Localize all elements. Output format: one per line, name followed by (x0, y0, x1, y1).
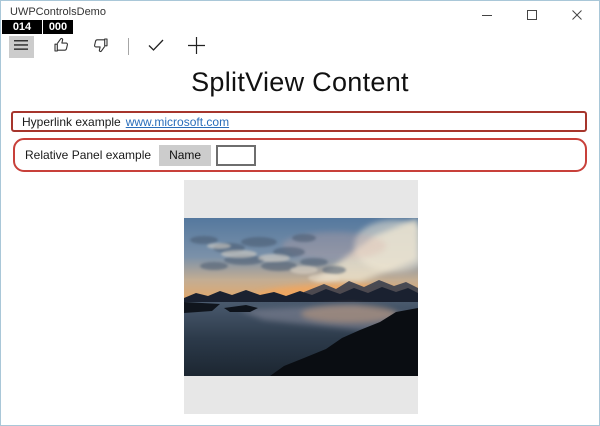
accept-button[interactable] (143, 35, 169, 58)
checkmark-icon (148, 38, 164, 55)
minimize-icon (481, 10, 492, 20)
toolbar (9, 35, 223, 58)
minimize-button[interactable] (464, 1, 509, 28)
relative-panel-example: Relative Panel example Name (13, 138, 587, 172)
thumbs-down-icon (92, 36, 110, 57)
hamburger-menu-button[interactable] (9, 35, 34, 58)
page-title: SplitView Content (191, 67, 409, 97)
app-window: UWPControlsDemo 014 000 SplitView Conten… (0, 0, 600, 426)
like-button[interactable] (48, 35, 74, 58)
dislike-button[interactable] (88, 35, 114, 58)
window-title: UWPControlsDemo (10, 6, 106, 18)
thumbs-up-icon (52, 36, 70, 57)
plus-icon (187, 36, 206, 58)
debug-frame-counter: 014 000 (2, 20, 73, 34)
add-button[interactable] (183, 35, 209, 58)
close-button[interactable] (554, 1, 599, 28)
name-input[interactable] (216, 144, 257, 166)
window-controls (464, 1, 599, 28)
frame-counter-value: 000 (43, 20, 73, 34)
sunset-lake-photo (184, 218, 418, 376)
image-container (184, 180, 418, 414)
hyperlink-example-label: Hyperlink example (22, 114, 121, 129)
hyperlink-example-panel: Hyperlink example www.microsoft.com (11, 111, 587, 132)
name-button[interactable]: Name (159, 144, 212, 166)
toolbar-divider (128, 38, 129, 55)
microsoft-hyperlink[interactable]: www.microsoft.com (126, 115, 229, 129)
maximize-button[interactable] (509, 1, 554, 28)
hamburger-icon (14, 39, 29, 54)
maximize-icon (526, 9, 537, 20)
frame-counter-value: 014 (2, 20, 42, 34)
title-bar: UWPControlsDemo (1, 1, 599, 31)
relative-panel-label: Relative Panel example (25, 148, 152, 162)
close-icon (571, 9, 582, 20)
